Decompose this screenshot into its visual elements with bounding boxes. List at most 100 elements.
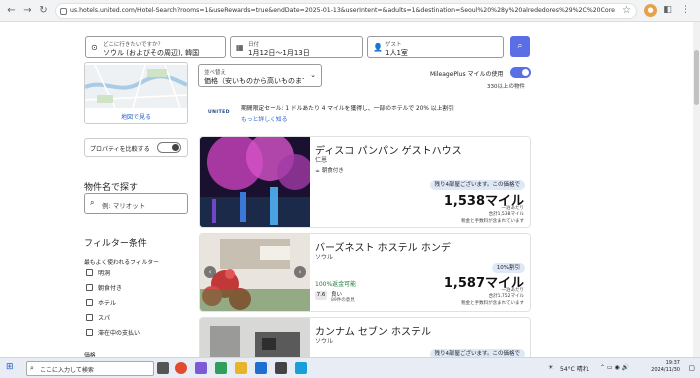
app-icon[interactable] [195,362,207,374]
address-bar[interactable]: us.hotels.united.com/Hotel-Search?rooms=… [55,3,637,19]
checkbox[interactable] [86,314,93,321]
filter-label: スパ [98,315,111,322]
name-placeholder: 例: マリオット [102,202,146,210]
amenity: ☕ 朝食付き [315,166,344,174]
task-view-icon[interactable] [157,362,169,374]
property-count: 330以上の物件 [487,84,525,90]
weather-icon[interactable]: ☀ [548,364,553,371]
chevron-down-icon: ⌄ [310,71,316,79]
guest-label: ゲスト [385,42,402,48]
filter-label: ホテル [98,300,117,307]
weather-text[interactable]: 54°C 晴れ [560,364,589,373]
url-text: us.hotels.united.com/Hotel-Search?rooms=… [70,7,615,14]
back-icon[interactable]: ← [5,4,18,17]
outlook-icon[interactable] [255,362,267,374]
filter-checkbox[interactable]: 明洞 [86,268,110,277]
site-info-icon[interactable] [60,8,67,15]
filter-checkbox[interactable]: ホテル [86,298,116,307]
person-icon: 👤 [373,43,383,52]
filter-checkbox[interactable]: 滞在中の支払い [86,328,140,337]
availability-badge: 残り4部屋ございます。この価格で [429,180,525,190]
browser-toolbar: ← → ↻ us.hotels.united.com/Hotel-Search?… [0,0,700,22]
extensions-puzzle-icon[interactable]: ◧ [661,4,674,17]
app-icon[interactable] [295,362,307,374]
sort-select[interactable]: 並べ替え 価格（安いものから高いものまで） ⌄ [198,64,322,87]
filter-label: 滞在中の支払い [98,330,141,337]
hotel-location: ソウル [315,338,334,345]
clock-time: 19:37 [665,360,680,366]
guest-value: 1人1室 [385,49,408,57]
guest-field[interactable]: 👤 ゲスト 1人1室 [367,36,504,58]
taskbar-search-placeholder: ここに入力して検索 [40,367,94,374]
checkbox[interactable] [86,299,93,306]
view-map-link[interactable]: 地図で見る [85,112,187,121]
filter-checkbox[interactable]: 朝食付き [86,283,122,292]
windows-start-icon[interactable]: ⊞ [6,363,14,372]
taskbar-search-box[interactable]: ⌕ ここに入力して検索 [26,361,154,376]
coffee-cup-icon: ☕ [315,168,320,174]
file-explorer-icon[interactable] [235,362,247,374]
miles-toggle[interactable] [510,67,531,78]
toggle-knob [522,69,529,76]
total-price: 合計1,752マイル [488,294,524,299]
hotel-card[interactable]: ‹ › バーズネスト ホステル ホンデ ソウル 100%返金可能 7.6 良い … [199,233,531,312]
compare-label: プロパティを比較する [90,146,150,153]
popular-filters-label: 最もよく使われるフィルター [84,260,159,266]
bookmark-star-icon[interactable]: ☆ [622,5,631,16]
page-scrollbar[interactable] [693,22,700,357]
reload-icon[interactable]: ↻ [37,4,50,17]
sort-value: 価格（安いものから高いものまで） [204,77,304,85]
tax-note: 税金と手数料が含まれています [461,301,524,306]
system-tray-icons[interactable]: ⌃ ▭ ◉ 🔊 [600,364,629,371]
filter-checkbox[interactable]: スパ [86,313,110,322]
date-label: 日付 [248,42,260,48]
hotel-location: ソウル [315,254,334,261]
date-field[interactable]: ▦ 日付 1月12日～1月13日 [230,36,363,58]
property-name-input[interactable]: ⌕ 例: マリオット [84,193,188,214]
map-thumbnail[interactable] [85,65,187,108]
search-icon: ⌕ [90,198,95,207]
miles-toggle-label: MileagePlus マイルの使用 [430,71,504,78]
app-icon[interactable] [275,362,287,374]
search-button[interactable]: ⌕ [510,36,530,57]
clock[interactable]: 19:37 2024/11/30 [651,360,680,374]
search-icon: ⌕ [517,41,523,51]
refundable-label: 100%返金可能 [315,281,357,288]
toggle-knob [172,144,179,151]
hotel-name[interactable]: ディスコ パンパン ゲストハウス [315,142,462,157]
scrollbar-thumb[interactable] [694,50,699,105]
hotel-photo[interactable] [200,318,310,361]
checkbox[interactable] [86,269,93,276]
chrome-icon[interactable] [175,362,187,374]
calendar-icon: ▦ [236,43,244,52]
hotel-photo[interactable] [200,137,310,227]
browser-menu-icon[interactable]: ⋮ [679,4,692,17]
filter-heading: フィルター条件 [84,239,147,249]
united-logo: UNITED [208,110,230,115]
location-pin-icon: ⊙ [91,43,98,52]
filter-label: 朝食付き [98,285,123,292]
hotel-name[interactable]: バーズネスト ホステル ホンデ [315,239,451,254]
clock-date: 2024/11/30 [651,367,680,373]
forward-icon[interactable]: → [21,4,34,17]
extension-icon[interactable]: ● [644,4,657,17]
destination-label: どこに行きたいですか？ [103,42,164,48]
checkbox[interactable] [86,284,93,291]
hotel-photo[interactable]: ‹ › [200,234,310,311]
hotel-card[interactable]: ディスコ パンパン ゲストハウス 仁恩 ☕ 朝食付き 残り4部屋ございます。この… [199,136,531,228]
amenity-label: 朝食付き [321,168,344,174]
sort-label: 並べ替え [204,70,227,76]
destination-field[interactable]: ⊙ どこに行きたいですか？ ソウル (およびその周辺), 韓国 [85,36,226,58]
name-search-heading: 物件名で探す [84,183,139,193]
destination-value: ソウル (およびその周辺), 韓国 [103,49,200,57]
checkbox[interactable] [86,329,93,336]
promo-text: 期間限定セール: 1 ドルあたり 4 マイルを獲得し、一部のホテルで 20% 以… [241,106,454,112]
review-count[interactable]: 89件の意見 [331,297,355,303]
app-icon[interactable] [215,362,227,374]
compare-toggle[interactable] [157,142,181,153]
hotel-card[interactable]: カンナム セブン ホステル ソウル 残り4部屋ございます。この価格で [199,317,531,362]
total-price: 合計1,538マイル [488,212,524,217]
promo-learn-more-link[interactable]: もっと詳しく知る [241,114,287,123]
tax-note: 税金と手数料が含まれています [461,219,524,224]
notification-icon[interactable]: ▢ [688,364,695,372]
